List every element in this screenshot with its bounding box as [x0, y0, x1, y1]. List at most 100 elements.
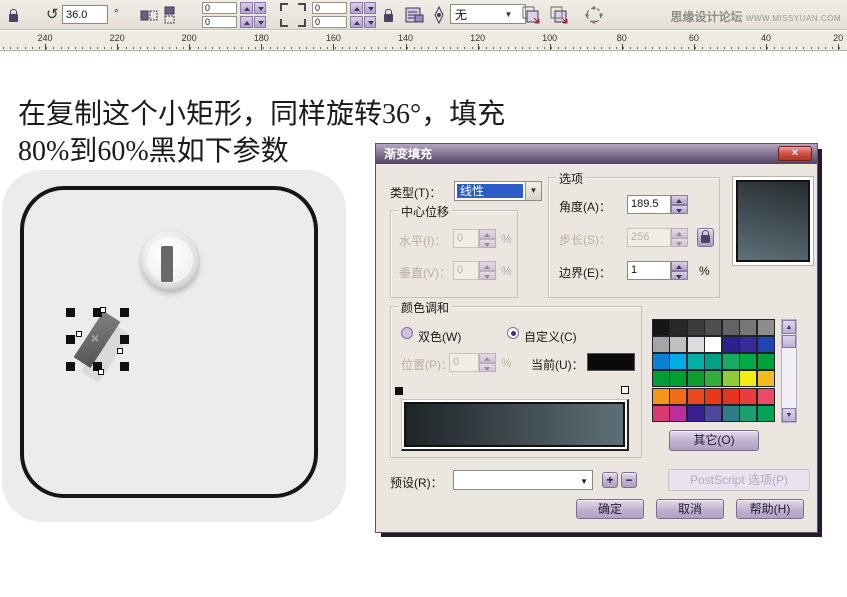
- palette-swatch[interactable]: [652, 319, 670, 336]
- chevron-down-icon[interactable]: ▼: [525, 182, 541, 200]
- corner-radius-top-right[interactable]: 0: [312, 2, 347, 14]
- palette-swatch[interactable]: [739, 370, 757, 387]
- palette-swatch[interactable]: [757, 405, 775, 422]
- palette-swatch[interactable]: [757, 353, 775, 370]
- palette-swatch[interactable]: [687, 336, 705, 353]
- scroll-up-button[interactable]: ▲: [782, 320, 796, 334]
- gradient-strip[interactable]: [404, 402, 625, 447]
- node-handle[interactable]: [100, 307, 106, 313]
- lock-corners-icon[interactable]: [384, 9, 393, 27]
- dialog-titlebar[interactable]: 渐变填充 ×: [376, 144, 817, 164]
- palette-swatch[interactable]: [687, 388, 705, 405]
- palette-swatch[interactable]: [687, 319, 705, 336]
- outline-pen-icon[interactable]: [432, 5, 446, 25]
- palette-swatch[interactable]: [704, 319, 722, 336]
- palette-swatch[interactable]: [757, 388, 775, 405]
- palette-scrollbar[interactable]: ▲ ▼: [781, 319, 797, 423]
- palette-swatch[interactable]: [722, 319, 740, 336]
- palette-swatch[interactable]: [704, 405, 722, 422]
- corner-radius-top-left[interactable]: 0: [202, 2, 237, 14]
- palette-swatch[interactable]: [669, 388, 687, 405]
- palette-swatch[interactable]: [739, 388, 757, 405]
- presets-dropdown[interactable]: ▼: [453, 470, 593, 490]
- palette-swatch[interactable]: [722, 336, 740, 353]
- scroll-down-button[interactable]: ▼: [782, 408, 796, 422]
- palette-swatch[interactable]: [722, 405, 740, 422]
- gradient-start-marker[interactable]: [395, 387, 403, 395]
- mirror-horizontal-icon[interactable]: [140, 6, 159, 24]
- palette-swatch[interactable]: [739, 336, 757, 353]
- rotation-angle-input[interactable]: [62, 5, 108, 24]
- palette-swatch[interactable]: [669, 319, 687, 336]
- corner-radius-tr-spinner[interactable]: [350, 2, 376, 14]
- palette-swatch[interactable]: [704, 370, 722, 387]
- corner-radius-bottom-left[interactable]: 0: [202, 16, 237, 28]
- palette-swatch[interactable]: [757, 370, 775, 387]
- palette-swatch[interactable]: [687, 405, 705, 422]
- angle-input[interactable]: 189.5: [627, 195, 671, 214]
- edge-spinner[interactable]: [671, 261, 688, 280]
- outline-width-dropdown[interactable]: 无▼: [450, 4, 526, 24]
- cancel-button[interactable]: 取消: [656, 499, 724, 519]
- selection-handle[interactable]: [66, 308, 75, 317]
- scroll-thumb[interactable]: [782, 335, 796, 348]
- corner-radius-tl-spinner[interactable]: [240, 2, 266, 14]
- palette-swatch[interactable]: [722, 388, 740, 405]
- selection-handle[interactable]: [66, 335, 75, 344]
- selection-handle[interactable]: [66, 362, 75, 371]
- palette-swatch[interactable]: [652, 353, 670, 370]
- selection-handle[interactable]: [120, 308, 129, 317]
- palette-swatch[interactable]: [757, 319, 775, 336]
- palette-swatch[interactable]: [722, 370, 740, 387]
- palette-swatch[interactable]: [687, 353, 705, 370]
- palette-swatch[interactable]: [722, 353, 740, 370]
- edge-input[interactable]: 1: [627, 261, 671, 280]
- angle-spinner[interactable]: [671, 195, 688, 214]
- rotation-center-icon[interactable]: [584, 5, 604, 25]
- preset-add-button[interactable]: +: [602, 472, 618, 488]
- others-button[interactable]: 其它(O): [669, 430, 759, 451]
- palette-swatch[interactable]: [652, 370, 670, 387]
- node-handle[interactable]: [98, 369, 104, 375]
- help-button[interactable]: 帮助(H): [736, 499, 804, 519]
- steps-lock-button[interactable]: [697, 228, 714, 247]
- preset-remove-button[interactable]: −: [621, 472, 637, 488]
- to-back-icon[interactable]: [549, 5, 571, 25]
- angle-label: 角度(A)：: [559, 198, 611, 215]
- text-wrap-icon[interactable]: [404, 6, 426, 25]
- palette-swatch[interactable]: [739, 353, 757, 370]
- horizontal-spinner: [479, 229, 496, 248]
- type-dropdown[interactable]: 线性 ▼: [454, 181, 542, 201]
- selection-handle[interactable]: [120, 362, 129, 371]
- node-handle[interactable]: [117, 348, 123, 354]
- node-handle[interactable]: [76, 331, 82, 337]
- palette-swatch[interactable]: [652, 336, 670, 353]
- gradient-fill-dialog: 渐变填充 × 类型(T)： 线性 ▼ 中心位移 水平(I)： 0 % 垂直(V)…: [375, 143, 818, 533]
- gradient-end-marker[interactable]: [621, 386, 629, 394]
- ok-button[interactable]: 确定: [576, 499, 644, 519]
- unlock-ratio-icon[interactable]: [9, 9, 18, 27]
- palette-swatch[interactable]: [669, 405, 687, 422]
- gradient-strip-frame: [401, 399, 629, 451]
- palette-swatch[interactable]: [757, 336, 775, 353]
- palette-swatch[interactable]: [704, 388, 722, 405]
- palette-swatch[interactable]: [652, 388, 670, 405]
- custom-radio[interactable]: [507, 327, 519, 339]
- palette-swatch[interactable]: [739, 405, 757, 422]
- palette-swatch[interactable]: [704, 353, 722, 370]
- palette-swatch[interactable]: [669, 370, 687, 387]
- palette-swatch[interactable]: [687, 370, 705, 387]
- two-color-radio[interactable]: [401, 327, 413, 339]
- palette-swatch[interactable]: [669, 336, 687, 353]
- palette-swatch[interactable]: [704, 336, 722, 353]
- close-button[interactable]: ×: [778, 146, 812, 161]
- mirror-vertical-icon[interactable]: [163, 6, 182, 24]
- palette-swatch[interactable]: [739, 319, 757, 336]
- corner-radius-bl-spinner[interactable]: [240, 16, 266, 28]
- corner-radius-bottom-right[interactable]: 0: [312, 16, 347, 28]
- selection-handle[interactable]: [120, 335, 129, 344]
- to-front-icon[interactable]: [521, 5, 543, 25]
- palette-swatch[interactable]: [652, 405, 670, 422]
- palette-swatch[interactable]: [669, 353, 687, 370]
- corner-radius-br-spinner[interactable]: [350, 16, 376, 28]
